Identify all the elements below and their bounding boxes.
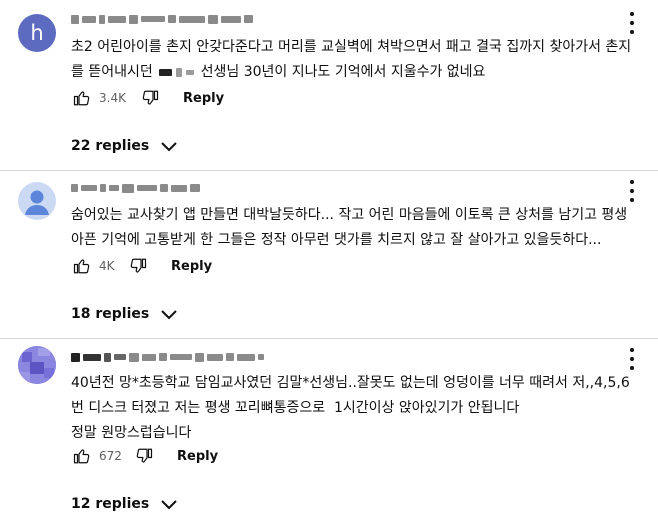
reply-button[interactable]: Reply <box>177 449 218 464</box>
comment-text: 숨어있는 교사찾기 앱 만들면 대박날듯하다... 작고 어린 마음들에 이토록… <box>71 207 632 248</box>
reply-button[interactable]: Reply <box>171 259 212 274</box>
comment-text: 40년전 망*초등학교 담임교사였던 김말*선생님..잘못도 없는데 엉덩이를 … <box>71 375 630 441</box>
like-count: 4K <box>99 259 115 273</box>
thumbs-down-icon[interactable] <box>139 87 161 109</box>
chevron-down-icon <box>161 305 177 324</box>
more-vert-icon[interactable] <box>626 180 638 202</box>
divider <box>0 338 658 339</box>
person-icon <box>25 190 49 215</box>
author-name-redacted[interactable] <box>71 350 264 364</box>
author-name-redacted[interactable] <box>71 181 200 195</box>
thumbs-down-icon[interactable] <box>133 445 155 467</box>
avatar[interactable] <box>18 182 56 220</box>
more-vert-icon[interactable] <box>626 12 638 34</box>
avatar[interactable] <box>18 346 56 384</box>
divider <box>0 170 658 171</box>
view-replies-button[interactable]: 12 replies <box>71 492 177 516</box>
thumbs-up-icon[interactable] <box>71 87 93 109</box>
redacted-name <box>159 68 173 76</box>
thumbs-down-icon[interactable] <box>127 255 149 277</box>
chevron-down-icon <box>161 137 177 156</box>
view-replies-button[interactable]: 18 replies <box>71 302 177 326</box>
comment-text: 초2 어린아이를 촌지 안갖다준다고 머리를 교실벽에 쳐박으면서 패고 결국 … <box>71 39 632 80</box>
author-name-redacted[interactable] <box>71 12 253 26</box>
comment-actions: 3.4K Reply <box>71 86 224 110</box>
thumbs-up-icon[interactable] <box>71 255 93 277</box>
more-vert-icon[interactable] <box>626 348 638 370</box>
thumbs-up-icon[interactable] <box>71 445 93 467</box>
chevron-down-icon <box>161 495 177 514</box>
view-replies-button[interactable]: 22 replies <box>71 134 177 158</box>
reply-button[interactable]: Reply <box>183 91 224 106</box>
avatar[interactable]: h <box>18 14 56 52</box>
like-count: 3.4K <box>99 91 126 105</box>
like-count: 672 <box>99 449 122 463</box>
comment-actions: 672 Reply <box>71 444 218 468</box>
comment-actions: 4K Reply <box>71 254 212 278</box>
